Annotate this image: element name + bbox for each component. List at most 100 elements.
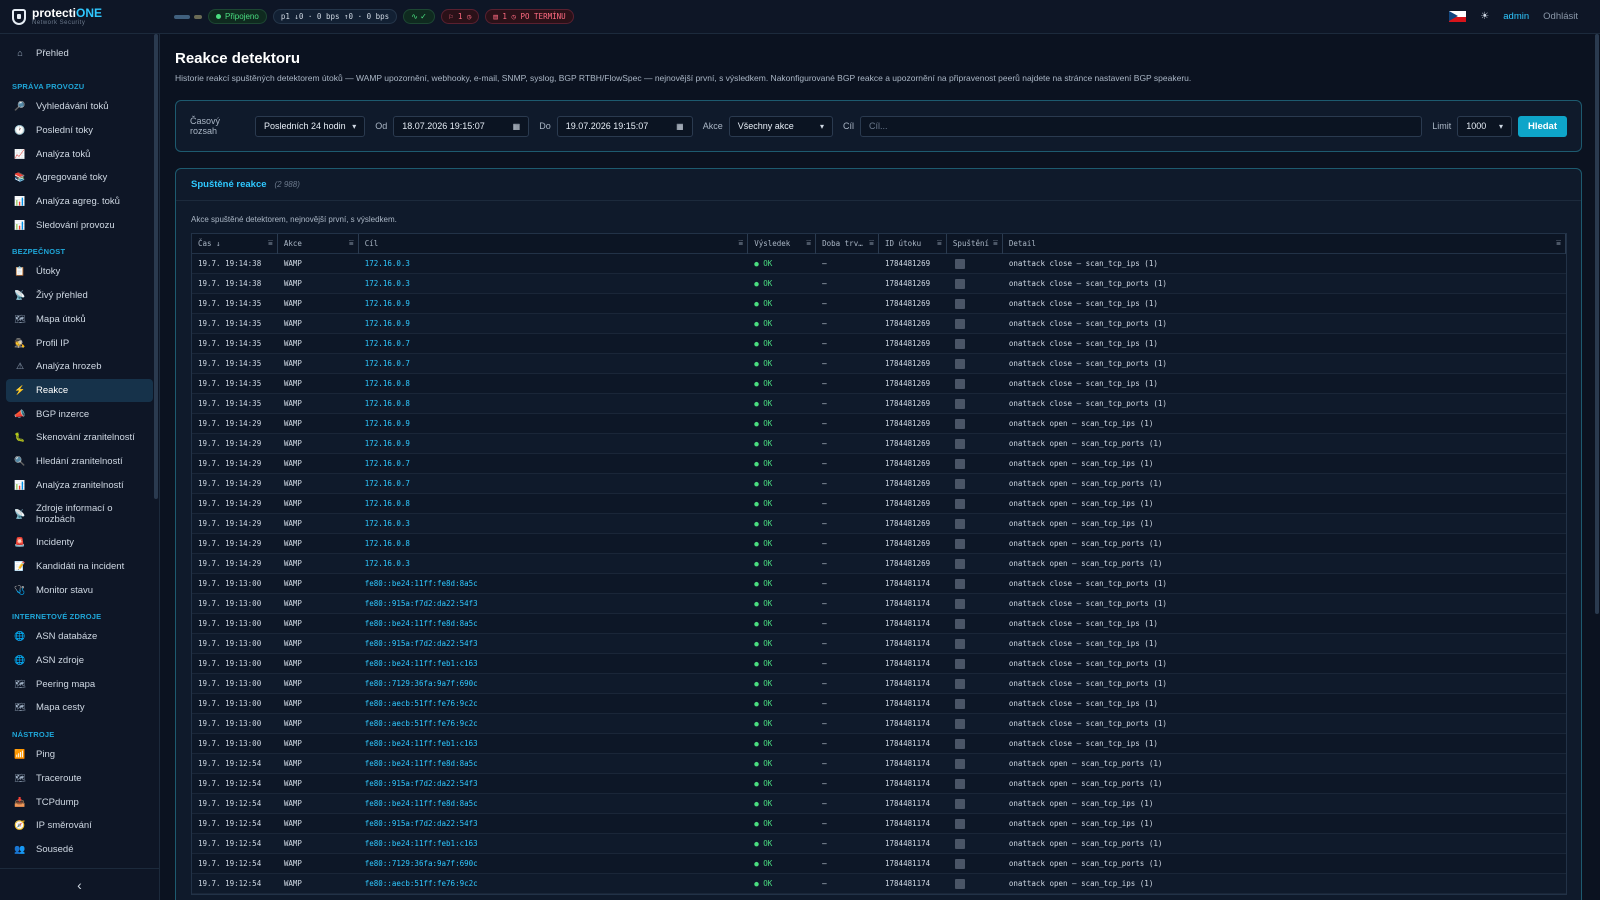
alerts-badge[interactable]: ⚐ 1 ◷ — [440, 9, 480, 24]
column-header[interactable]: Detail ⩸ — [1003, 233, 1566, 254]
filter-icon[interactable]: ⩸ — [1556, 238, 1561, 248]
table-row[interactable]: 19.7. 19:13:00 WAMP fe80::915a:f7d2:da22:5… — [192, 594, 1566, 614]
search-button[interactable]: Hledat — [1517, 115, 1568, 137]
target-link[interactable]: fe80::aecb:51ff:fe76:9c2c — [359, 879, 748, 888]
target-link[interactable]: 172.16.0.8 — [359, 399, 748, 408]
table-row[interactable]: 19.7. 19:13:00 WAMP fe80::be24:11ff:fe8d:8… — [192, 574, 1566, 594]
target-link[interactable]: 172.16.0.8 — [359, 379, 748, 388]
table-row[interactable]: 19.7. 19:14:38 WAMP 172.16.0.3 ● OK — 1784481… — [192, 254, 1566, 274]
sidebar-item[interactable]: 🌐 ASN zdroje — [6, 649, 153, 673]
column-header[interactable]: Čas ↓ ⩸ — [192, 233, 278, 254]
target-link[interactable]: 172.16.0.3 — [359, 259, 748, 268]
sidebar-item[interactable]: 📋 Útoky — [6, 260, 153, 284]
table-row[interactable]: 19.7. 19:14:35 WAMP 172.16.0.7 ● OK — 1784481… — [192, 354, 1566, 374]
sidebar-item[interactable]: 👥 Sousedé — [6, 838, 153, 862]
filter-icon[interactable]: ⩸ — [806, 238, 811, 248]
sidebar-item[interactable]: 📡 Zdroje informací o hrozbách — [6, 497, 153, 531]
target-link[interactable]: fe80::7129:36fa:9a7f:690c — [359, 679, 748, 688]
czech-flag-icon[interactable] — [1449, 11, 1467, 22]
column-header[interactable]: Výsledek ⩸ — [748, 233, 817, 254]
target-link[interactable]: 172.16.0.9 — [359, 419, 748, 428]
target-link[interactable]: fe80::be24:11ff:fe8d:8a5c — [359, 759, 748, 768]
theme-toggle-icon[interactable]: ☀ — [1480, 11, 1489, 22]
filter-icon[interactable]: ⩸ — [349, 238, 354, 248]
table-row[interactable]: 19.7. 19:14:29 WAMP 172.16.0.9 ● OK — 1784481… — [192, 414, 1566, 434]
target-link[interactable]: 172.16.0.7 — [359, 459, 748, 468]
column-header[interactable]: Akce ⩸ — [278, 233, 359, 254]
filter-icon[interactable]: ⩸ — [869, 238, 874, 248]
to-datetime-input[interactable]: 19.07.2026 19:15:07 ▦ — [556, 115, 693, 137]
sidebar-item[interactable]: 🗺 Peering mapa — [6, 672, 153, 696]
target-link[interactable]: fe80::915a:f7d2:da22:54f3 — [359, 639, 748, 648]
sidebar-item[interactable]: 🧭 IP směrování — [6, 814, 153, 838]
sidebar-item-overview[interactable]: ⌂ Přehled — [0, 34, 159, 72]
logout-link[interactable]: Odhlásit — [1543, 11, 1578, 22]
target-link[interactable]: fe80::be24:11ff:fe8d:8a5c — [359, 619, 748, 628]
health-badge[interactable]: ∿ ✓ — [403, 9, 435, 24]
sidebar-item[interactable]: 🕐 Poslední toky — [6, 119, 153, 143]
target-link[interactable]: 172.16.0.8 — [359, 539, 748, 548]
table-row[interactable]: 19.7. 19:12:54 WAMP fe80::915a:f7d2:da22:5… — [192, 814, 1566, 834]
sidebar-item[interactable]: 🌐 ASN databáze — [6, 625, 153, 649]
sidebar-item[interactable]: 🕵 Profil IP — [6, 331, 153, 355]
sidebar-item[interactable]: 🩺 Monitor stavu — [6, 578, 153, 602]
limit-select[interactable]: 1000 ▾ — [1457, 115, 1512, 137]
target-link[interactable]: fe80::be24:11ff:feb1:c163 — [359, 739, 748, 748]
sidebar-item[interactable]: 📡 Živý přehled — [6, 284, 153, 308]
table-row[interactable]: 19.7. 19:13:00 WAMP fe80::aecb:51ff:fe76:9… — [192, 714, 1566, 734]
filter-icon[interactable]: ⩸ — [993, 238, 998, 248]
target-link[interactable]: 172.16.0.9 — [359, 299, 748, 308]
table-row[interactable]: 19.7. 19:14:29 WAMP 172.16.0.3 ● OK — 1784481… — [192, 554, 1566, 574]
table-row[interactable]: 19.7. 19:14:29 WAMP 172.16.0.8 ● OK — 1784481… — [192, 534, 1566, 554]
sidebar-item[interactable]: 📶 Ping — [6, 743, 153, 767]
table-row[interactable]: 19.7. 19:14:35 WAMP 172.16.0.8 ● OK — 1784481… — [192, 374, 1566, 394]
target-link[interactable]: fe80::be24:11ff:feb1:c163 — [359, 659, 748, 668]
target-link[interactable]: 172.16.0.3 — [359, 559, 748, 568]
sidebar-item[interactable]: 🐛 Skenování zranitelností — [6, 426, 153, 450]
table-row[interactable]: 19.7. 19:12:54 WAMP fe80::aecb:51ff:fe76:9… — [192, 874, 1566, 894]
target-link[interactable]: 172.16.0.7 — [359, 359, 748, 368]
filter-icon[interactable]: ⩸ — [937, 238, 942, 248]
target-link[interactable]: fe80::aecb:51ff:fe76:9c2c — [359, 719, 748, 728]
table-row[interactable]: 19.7. 19:14:35 WAMP 172.16.0.7 ● OK — 1784481… — [192, 334, 1566, 354]
filter-icon[interactable]: ⩸ — [268, 238, 273, 248]
sidebar-collapse-button[interactable]: ‹ — [0, 868, 159, 900]
column-header[interactable]: ID útoku ⩸ — [879, 233, 947, 254]
overdue-badge[interactable]: ▤ 1 ◷ PO TERMÍNU — [485, 9, 574, 24]
sidebar-item[interactable]: 📥 TCPdump — [6, 790, 153, 814]
sidebar-item[interactable]: 📣 BGP inzerce — [6, 402, 153, 426]
target-link[interactable]: fe80::be24:11ff:fe8d:8a5c — [359, 579, 748, 588]
column-header[interactable]: Doba trv… ⩸ — [816, 233, 880, 254]
table-row[interactable]: 19.7. 19:14:29 WAMP 172.16.0.8 ● OK — 1784481… — [192, 494, 1566, 514]
sidebar-item[interactable]: ⚡ Reakce — [6, 378, 153, 403]
sidebar-item[interactable]: 📈 Analýza toků — [6, 142, 153, 166]
table-row[interactable]: 19.7. 19:14:29 WAMP 172.16.0.9 ● OK — 1784481… — [192, 434, 1566, 454]
sidebar-item[interactable]: 🚨 Incidenty — [6, 531, 153, 555]
table-row[interactable]: 19.7. 19:14:29 WAMP 172.16.0.3 ● OK — 1784481… — [192, 514, 1566, 534]
table-row[interactable]: 19.7. 19:12:54 WAMP fe80::be24:11ff:fe8d:8… — [192, 794, 1566, 814]
target-link[interactable]: 172.16.0.9 — [359, 319, 748, 328]
action-select[interactable]: Všechny akce ▾ — [728, 115, 833, 137]
sidebar-item[interactable]: 📊 Analýza agreg. toků — [6, 190, 153, 214]
table-row[interactable]: 19.7. 19:14:38 WAMP 172.16.0.3 ● OK — 1784481… — [192, 274, 1566, 294]
table-row[interactable]: 19.7. 19:14:35 WAMP 172.16.0.9 ● OK — 1784481… — [192, 314, 1566, 334]
target-link[interactable]: fe80::915a:f7d2:da22:54f3 — [359, 819, 748, 828]
column-header[interactable]: Cíl ⩸ — [359, 233, 749, 254]
filter-icon[interactable]: ⩸ — [738, 238, 743, 248]
sidebar-scrollbar[interactable] — [154, 34, 158, 499]
sidebar-item[interactable]: 📚 Agregované toky — [6, 166, 153, 190]
table-row[interactable]: 19.7. 19:13:00 WAMP fe80::be24:11ff:feb1:c… — [192, 654, 1566, 674]
table-row[interactable]: 19.7. 19:12:54 WAMP fe80::915a:f7d2:da22:5… — [192, 774, 1566, 794]
table-row[interactable]: 19.7. 19:12:54 WAMP fe80::be24:11ff:feb1:c… — [192, 834, 1566, 854]
brand-logo[interactable]: protectiONE Network Security — [0, 0, 160, 34]
target-link[interactable]: fe80::915a:f7d2:da22:54f3 — [359, 779, 748, 788]
sidebar-item[interactable]: 🗺 Traceroute — [6, 767, 153, 791]
sidebar-item[interactable]: 🔎 Vyhledávání toků — [6, 95, 153, 119]
table-row[interactable]: 19.7. 19:12:54 WAMP fe80::7129:36fa:9a7f:6… — [192, 854, 1566, 874]
column-header[interactable]: Spuštění ⩸ — [947, 233, 1003, 254]
target-link[interactable]: fe80::be24:11ff:feb1:c163 — [359, 839, 748, 848]
target-link[interactable]: 172.16.0.3 — [359, 279, 748, 288]
user-name[interactable]: admin — [1503, 11, 1529, 22]
target-link[interactable]: 172.16.0.7 — [359, 339, 748, 348]
table-row[interactable]: 19.7. 19:12:54 WAMP fe80::be24:11ff:fe8d:8… — [192, 754, 1566, 774]
